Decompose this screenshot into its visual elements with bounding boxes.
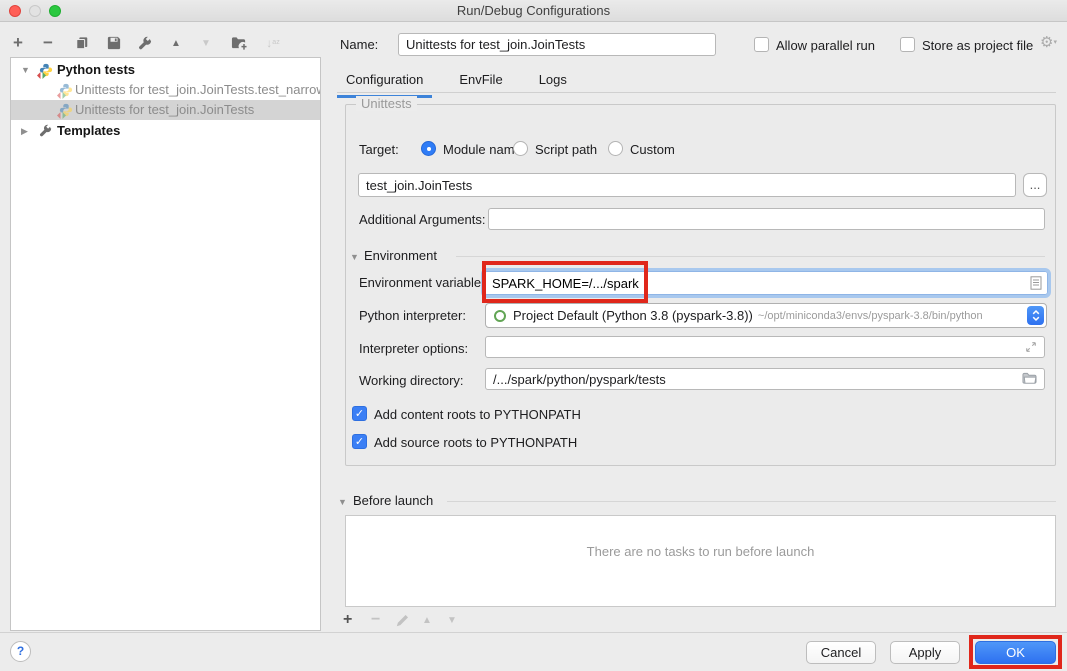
target-custom-radio[interactable]: [608, 141, 623, 156]
annotation-box-ok-button: [969, 635, 1062, 669]
expand-field-icon[interactable]: [1025, 341, 1037, 353]
footer-separator: [0, 632, 1067, 633]
name-label: Name:: [340, 37, 378, 52]
run-debug-configurations-dialog: Run/Debug Configurations + − ▲ ▼ ↓az ▼ P…: [0, 0, 1067, 671]
save-configuration-icon[interactable]: [106, 33, 122, 53]
target-module-name-label: Module name: [443, 142, 522, 157]
move-task-up-icon[interactable]: ▲: [422, 611, 432, 629]
interpreter-options-input[interactable]: [485, 336, 1045, 358]
window-title: Run/Debug Configurations: [0, 3, 1067, 18]
target-label: Target:: [359, 142, 399, 157]
environment-section-title: Environment: [364, 248, 437, 263]
tree-item-templates[interactable]: ▶ Templates: [11, 121, 320, 141]
tree-item-label: Unittests for test_join.JoinTests.test_n…: [75, 82, 320, 97]
expanded-arrow-icon[interactable]: ▼: [21, 65, 30, 75]
interpreter-options-label: Interpreter options:: [359, 341, 468, 356]
browse-module-button[interactable]: ...: [1023, 173, 1047, 197]
help-button[interactable]: ?: [10, 641, 31, 662]
python-interpreter-path: ~/opt/miniconda3/envs/pyspark-3.8/bin/py…: [758, 310, 983, 322]
working-directory-input[interactable]: [485, 368, 1045, 390]
add-source-roots-checkbox[interactable]: ✓: [352, 434, 367, 449]
sort-configurations-icon[interactable]: ↓az: [264, 33, 282, 53]
python-interpreter-label: Python interpreter:: [359, 308, 466, 323]
templates-wrench-icon: [39, 124, 52, 140]
target-script-path-radio[interactable]: [513, 141, 528, 156]
add-content-roots-label: Add content roots to PYTHONPATH: [374, 407, 581, 422]
python-test-config-icon: [59, 103, 73, 120]
target-custom-label: Custom: [630, 142, 675, 157]
cancel-button[interactable]: Cancel: [806, 641, 876, 664]
annotation-box-env-variables: [482, 261, 648, 303]
store-as-project-file-label: Store as project file: [922, 38, 1033, 53]
tree-item-python-tests[interactable]: ▼ Python tests: [11, 60, 320, 80]
edit-templates-icon[interactable]: [137, 33, 153, 53]
move-task-down-icon[interactable]: ▼: [447, 611, 457, 629]
tree-item-label: Templates: [57, 123, 120, 138]
environment-variables-label: Environment variables:: [359, 275, 491, 290]
target-script-path-label: Script path: [535, 142, 597, 157]
add-task-icon[interactable]: +: [343, 611, 352, 629]
python-test-config-icon: [59, 83, 73, 100]
gear-icon[interactable]: ⚙▾: [1040, 33, 1057, 51]
apply-button[interactable]: Apply: [890, 641, 960, 664]
tree-item-unittest-narrow[interactable]: Unittests for test_join.JoinTests.test_n…: [11, 80, 320, 100]
browse-env-vars-icon[interactable]: [1030, 276, 1042, 290]
create-new-folder-icon[interactable]: [230, 33, 248, 53]
move-down-icon[interactable]: ▼: [198, 33, 214, 53]
tab-logs[interactable]: Logs: [530, 68, 576, 98]
before-launch-line: [447, 501, 1056, 502]
module-name-input[interactable]: [358, 173, 1016, 197]
copy-configuration-icon[interactable]: [74, 33, 90, 53]
add-configuration-icon[interactable]: +: [10, 33, 26, 53]
tab-separator: [337, 92, 1056, 93]
python-interpreter-value: Project Default (Python 3.8 (pyspark-3.8…: [513, 308, 753, 323]
remove-configuration-icon[interactable]: −: [40, 33, 56, 53]
allow-parallel-run-checkbox[interactable]: [754, 37, 769, 52]
working-directory-label: Working directory:: [359, 373, 464, 388]
allow-parallel-run-label: Allow parallel run: [776, 38, 875, 53]
unittests-group: Unittests Target: Module name Script pat…: [345, 104, 1056, 466]
tab-envfile[interactable]: EnvFile: [450, 68, 511, 98]
title-bar: Run/Debug Configurations: [0, 0, 1067, 22]
browse-folder-icon[interactable]: [1022, 372, 1037, 385]
before-launch-empty-message: There are no tasks to run before launch: [346, 544, 1055, 559]
add-source-roots-label: Add source roots to PYTHONPATH: [374, 435, 577, 450]
collapsed-arrow-icon[interactable]: ▶: [21, 126, 28, 137]
add-content-roots-checkbox[interactable]: ✓: [352, 406, 367, 421]
tree-item-label: Python tests: [57, 62, 135, 77]
before-launch-title: Before launch: [353, 493, 433, 508]
conda-environment-icon: [494, 310, 506, 322]
environment-collapse-arrow-icon[interactable]: ▼: [350, 252, 359, 262]
tab-configuration[interactable]: Configuration: [337, 68, 432, 98]
edit-task-icon[interactable]: [396, 611, 409, 629]
remove-task-icon[interactable]: −: [371, 611, 380, 629]
additional-arguments-input[interactable]: [488, 208, 1045, 230]
unittests-group-title: Unittests: [356, 96, 417, 111]
python-tests-icon: [39, 63, 53, 80]
move-up-icon[interactable]: ▲: [168, 33, 184, 53]
python-interpreter-select[interactable]: Project Default (Python 3.8 (pyspark-3.8…: [485, 303, 1047, 328]
tab-bar: Configuration EnvFile Logs: [337, 68, 576, 98]
store-as-project-file-checkbox[interactable]: [900, 37, 915, 52]
configurations-tree: ▼ Python tests Unittests for test_join.J…: [10, 57, 321, 631]
tree-item-unittest-jointests-selected[interactable]: Unittests for test_join.JoinTests: [11, 100, 320, 120]
before-launch-tasks-list: There are no tasks to run before launch: [345, 515, 1056, 607]
before-launch-collapse-arrow-icon[interactable]: ▼: [338, 497, 347, 507]
combo-stepper-icon[interactable]: [1027, 306, 1044, 325]
additional-arguments-label: Additional Arguments:: [359, 212, 485, 227]
tree-item-label: Unittests for test_join.JoinTests: [75, 102, 254, 117]
target-module-name-radio[interactable]: [421, 141, 436, 156]
name-input[interactable]: [398, 33, 716, 56]
environment-section-line: [456, 256, 1045, 257]
